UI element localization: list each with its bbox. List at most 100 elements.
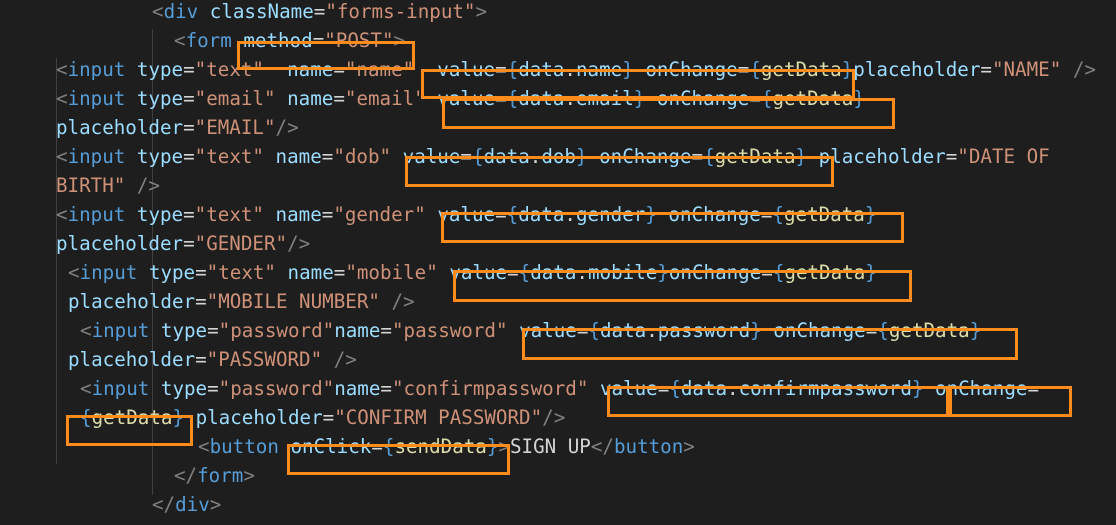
- code-token: .: [646, 319, 658, 342]
- code-token: <: [56, 145, 68, 168]
- code-token: />: [542, 406, 566, 429]
- code-token: =: [691, 145, 704, 168]
- code-token: .: [576, 261, 588, 284]
- code-token: button: [209, 435, 279, 458]
- code-token: =: [207, 377, 219, 400]
- code-line: placeholder="EMAIL"/>: [56, 113, 299, 142]
- code-line: <form method="POST">: [174, 26, 405, 55]
- code-token: placeholder: [56, 232, 184, 255]
- code-token: >: [475, 0, 488, 23]
- code-token: =: [749, 87, 761, 110]
- code-line: {getData} placeholder="CONFIRM PASSWORD"…: [80, 403, 565, 432]
- code-token: .: [727, 377, 739, 400]
- code-token: }: [795, 145, 808, 168]
- code-token: data: [518, 87, 565, 110]
- code-token: {: [506, 203, 519, 226]
- code-token: input: [67, 87, 126, 110]
- code-token: {: [506, 58, 519, 81]
- code-token: =: [333, 58, 345, 81]
- code-token: form: [197, 464, 244, 487]
- code-token: sendData: [394, 435, 487, 458]
- code-token: {: [772, 261, 785, 284]
- code-token: <: [56, 203, 68, 226]
- code-token: name: [287, 87, 334, 110]
- code-token: =: [195, 261, 207, 284]
- code-token: =: [322, 406, 335, 429]
- code-token: />: [275, 116, 299, 139]
- code-token: {: [703, 145, 715, 168]
- code-token: name: [575, 58, 623, 81]
- code-token: {: [749, 58, 761, 81]
- code-token: .: [564, 58, 576, 81]
- code-token: data: [518, 203, 565, 226]
- code-token: {: [669, 377, 681, 400]
- code-token: =: [761, 261, 773, 284]
- code-token: />: [333, 348, 357, 371]
- code-token: =: [312, 29, 325, 52]
- code-token: {: [471, 145, 484, 168]
- code-token: {: [382, 435, 395, 458]
- code-token: input: [91, 377, 150, 400]
- code-token: >: [393, 29, 406, 52]
- code-token: "NAME": [991, 58, 1062, 81]
- code-token: name: [287, 261, 334, 284]
- code-line: <input type="text" name="dob" value={dat…: [56, 142, 1050, 171]
- code-token: =: [737, 58, 750, 81]
- code-token: =: [495, 203, 507, 226]
- code-token: {: [772, 203, 784, 226]
- code-token: type: [136, 87, 184, 110]
- code-token: .: [564, 87, 576, 110]
- code-line: </form>: [174, 461, 255, 490]
- code-line: BIRTH" />: [56, 171, 160, 200]
- code-token: onClick: [290, 435, 372, 458]
- code-token: placeholder: [195, 406, 323, 429]
- code-token: placeholder: [68, 290, 196, 313]
- code-token: name: [334, 377, 381, 400]
- code-token: onChange: [599, 145, 692, 168]
- code-token: "text": [194, 58, 264, 81]
- code-line: <input type="text" name="mobile" value={…: [68, 258, 877, 287]
- code-token: }: [853, 87, 865, 110]
- code-token: =: [980, 58, 992, 81]
- code-token: =: [1027, 377, 1039, 400]
- code-token: input: [79, 261, 138, 284]
- code-token: .: [529, 145, 542, 168]
- code-editor[interactable]: <div className="forms-input"> <form metho…: [0, 0, 1116, 525]
- code-token: >: [209, 493, 222, 516]
- code-token: type: [136, 145, 184, 168]
- code-token: SIGN UP: [509, 435, 591, 458]
- code-token: "email": [344, 87, 426, 110]
- code-token: />: [287, 232, 311, 255]
- code-line: <input type="password"name="confirmpassw…: [80, 374, 1039, 403]
- code-token: onChange: [645, 58, 738, 81]
- code-token: onChange: [935, 377, 1028, 400]
- code-token: "POST": [324, 29, 394, 52]
- code-token: "mobile": [345, 261, 438, 284]
- code-token: "email": [194, 87, 276, 110]
- code-token: =: [183, 145, 195, 168]
- code-line: placeholder="MOBILE NUMBER" />: [68, 287, 415, 316]
- code-token: }: [969, 319, 982, 342]
- code-token: =: [507, 261, 519, 284]
- code-token: =: [195, 348, 207, 371]
- code-token: value: [437, 58, 496, 81]
- code-token: {: [760, 87, 773, 110]
- code-token: form: [185, 29, 232, 52]
- code-line: <input type="password"name="password" va…: [80, 316, 981, 345]
- code-token: <: [80, 377, 92, 400]
- code-token: placeholder: [853, 58, 981, 81]
- code-token: data: [680, 377, 728, 400]
